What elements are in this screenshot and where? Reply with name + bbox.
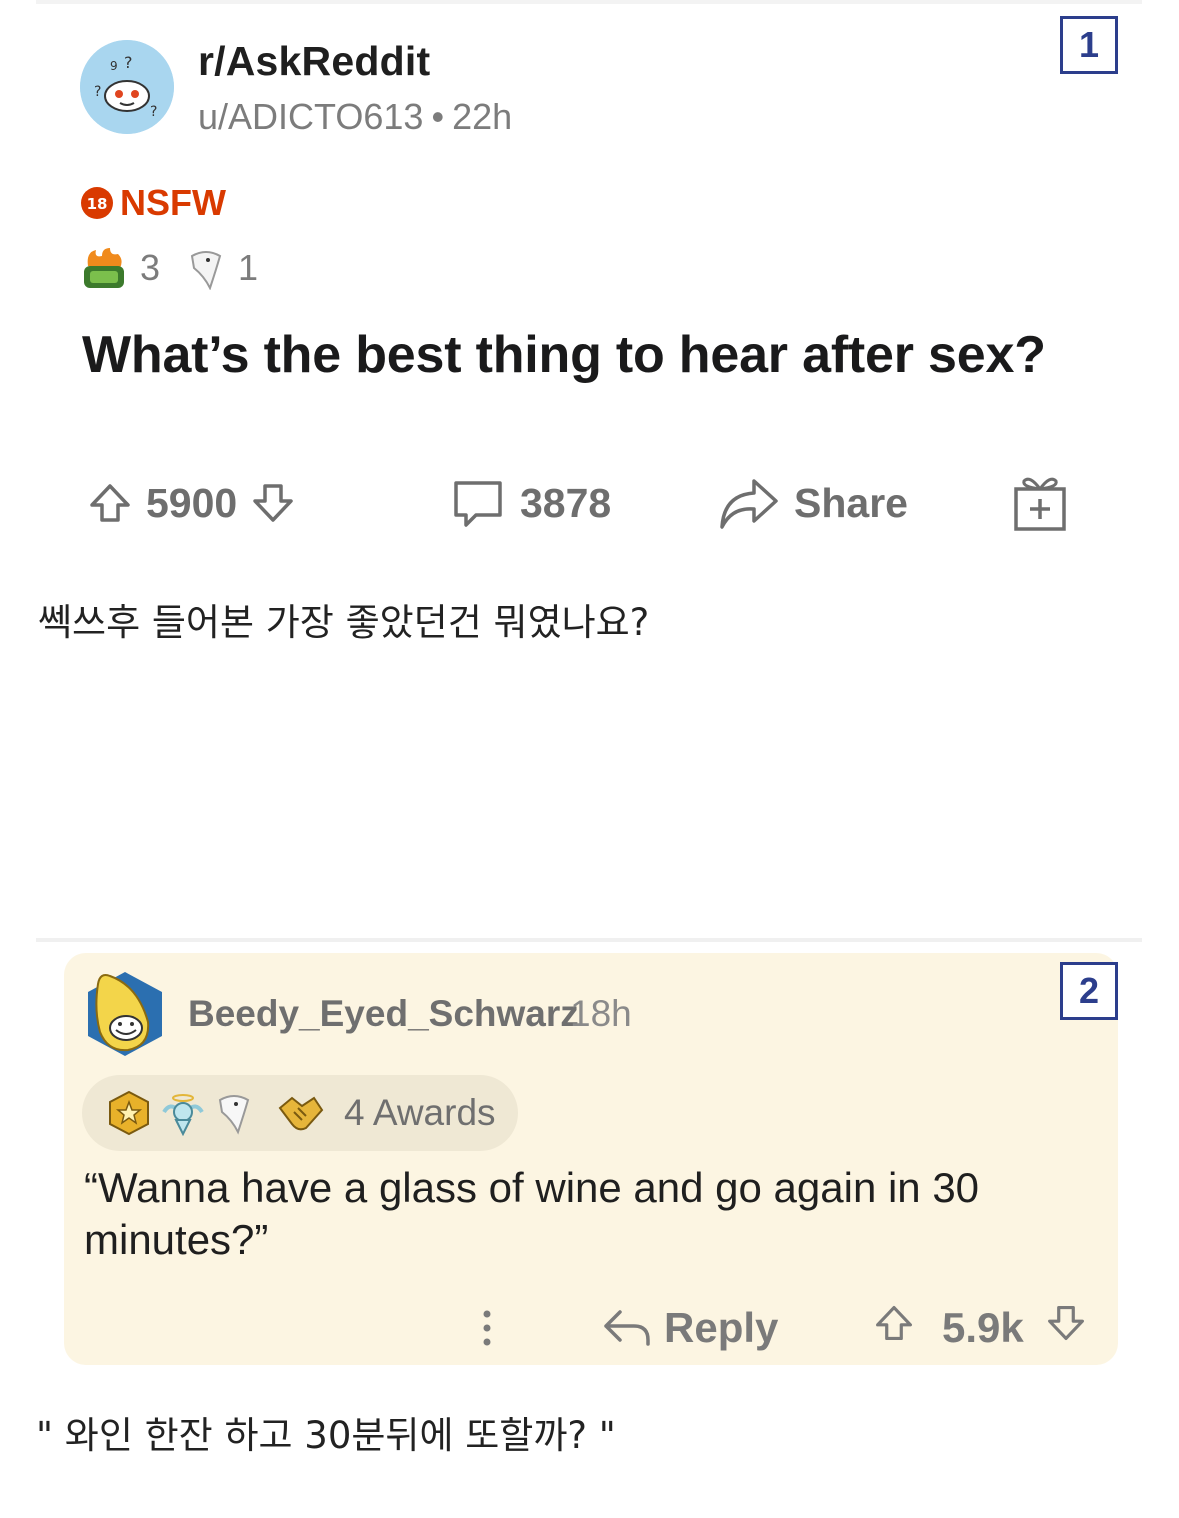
post-age: 22h xyxy=(452,96,513,137)
meta-separator: • xyxy=(431,96,445,137)
more-options-button[interactable] xyxy=(470,1296,504,1360)
commenter-avatar[interactable] xyxy=(80,966,170,1062)
comment-awards-pill[interactable]: 4 Awards xyxy=(82,1075,518,1151)
banana-avatar-icon xyxy=(88,972,162,1056)
svg-text:?: ? xyxy=(150,104,157,120)
reply-icon xyxy=(604,1310,650,1346)
svg-text:?: ? xyxy=(94,84,101,100)
gift-icon xyxy=(1012,473,1068,533)
post-actions: 5900 3878 Share xyxy=(80,468,1080,538)
subreddit-avatar[interactable]: ? ? ? 9 xyxy=(80,40,174,134)
reply-button[interactable]: Reply xyxy=(602,1296,778,1360)
nsfw-badge-icon: 18 xyxy=(81,187,113,219)
svg-text:18: 18 xyxy=(87,195,108,213)
more-options-icon xyxy=(483,1310,491,1346)
share-button[interactable]: Share xyxy=(718,468,908,538)
svg-text:9: 9 xyxy=(110,59,118,73)
comment-icon xyxy=(450,475,506,531)
marker-2: 2 xyxy=(1060,962,1118,1020)
comments-button[interactable]: 3878 xyxy=(450,468,611,538)
top-divider xyxy=(36,0,1142,4)
post-author[interactable]: u/ADICTO613 xyxy=(198,96,423,137)
comment-author[interactable]: Beedy_Eyed_Schwarz xyxy=(188,993,579,1035)
share-label: Share xyxy=(794,479,908,526)
post-title[interactable]: What’s the best thing to hear after sex? xyxy=(82,325,1122,385)
nsfw-tag: 18 NSFW xyxy=(80,182,226,224)
downvote-icon[interactable] xyxy=(251,481,295,525)
reply-label: Reply xyxy=(664,1304,779,1351)
subreddit-name[interactable]: r/AskReddit xyxy=(198,38,430,85)
post-meta: u/ADICTO613 • 22h xyxy=(198,96,512,138)
comment-vote-group: 5.9k xyxy=(874,1296,1086,1360)
snoo-question-icon: ? ? ? 9 xyxy=(80,40,174,134)
share-icon xyxy=(718,475,780,531)
comment-actions: Reply 5.9k xyxy=(470,1296,1110,1360)
award-button[interactable] xyxy=(1012,468,1068,538)
comment-score: 5.9k xyxy=(942,1304,1024,1351)
translation-text-2: " 와인 한잔 하고 30분뒤에 또할까? " xyxy=(36,1414,616,1457)
handshake-icon xyxy=(278,1096,324,1131)
award-count: 3 xyxy=(140,247,161,288)
post-awards[interactable]: 3 1 xyxy=(80,244,258,292)
comment-age: 18h xyxy=(570,993,632,1034)
burning-cash-icon xyxy=(84,248,124,288)
comment-upvote-icon[interactable] xyxy=(874,1303,914,1353)
awards-label: 4 Awards xyxy=(344,1092,496,1133)
wholesome-seal-icon xyxy=(218,1095,250,1135)
translation-text: 쎅쓰후 들어본 가장 좋았던건 뭐였나요? xyxy=(38,601,650,644)
vote-group: 5900 xyxy=(88,468,295,538)
award-count: 1 xyxy=(238,247,259,288)
comment-downvote-icon[interactable] xyxy=(1046,1303,1086,1353)
comment-body: “Wanna have a glass of wine and go again… xyxy=(84,1164,980,1263)
gold-medal-icon xyxy=(109,1090,149,1136)
comment-count: 3878 xyxy=(520,479,612,526)
angel-icon xyxy=(162,1094,204,1136)
svg-text:?: ? xyxy=(124,53,133,72)
nsfw-label: NSFW xyxy=(120,182,226,223)
upvote-icon[interactable] xyxy=(88,481,132,525)
section-divider xyxy=(36,938,1142,942)
wholesome-seal-icon xyxy=(190,251,222,290)
upvote-count: 5900 xyxy=(146,479,238,526)
marker-1: 1 xyxy=(1060,16,1118,74)
